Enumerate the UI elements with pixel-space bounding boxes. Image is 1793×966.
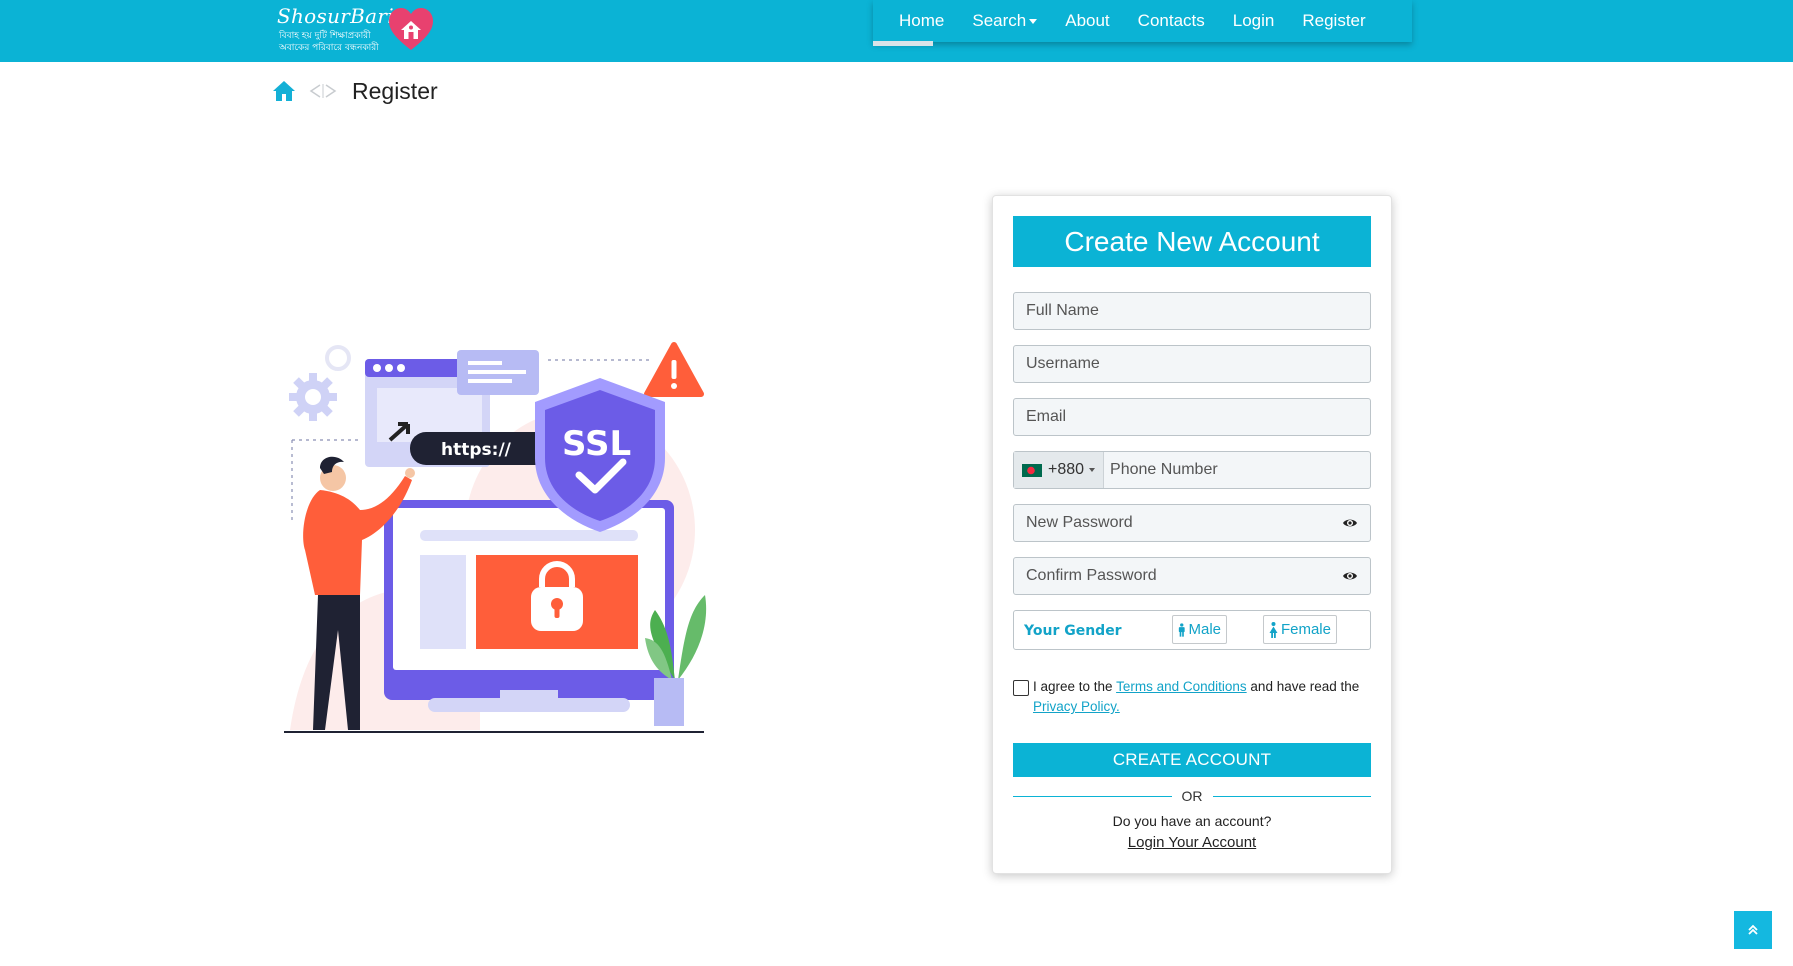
gender-male-label: Male [1188, 621, 1221, 638]
main-nav: Home Search About Contacts Login Registe… [873, 0, 1412, 46]
eye-icon[interactable] [1342, 516, 1358, 530]
or-divider: OR [1013, 788, 1371, 804]
logo-tagline-2: অবাকের পরিবারে বন্ধনকারী [279, 43, 379, 53]
terms-checkbox[interactable] [1013, 680, 1029, 696]
divider-line [1212, 795, 1371, 797]
nav-register[interactable]: Register [1288, 0, 1379, 42]
divider-line [1013, 795, 1172, 797]
scroll-to-top-button[interactable] [1734, 911, 1772, 949]
create-account-button[interactable]: CREATE ACCOUNT [1013, 743, 1371, 777]
agree-middle: and have read the [1250, 679, 1360, 694]
form-title: Create New Account [1013, 216, 1371, 267]
privacy-link[interactable]: Privacy Policy. [1033, 699, 1120, 714]
caret-down-icon [1089, 468, 1096, 472]
gear-icon [289, 373, 337, 421]
breadcrumb: Register [272, 76, 438, 106]
nav-contacts[interactable]: Contacts [1124, 0, 1219, 42]
gender-male-button[interactable]: Male [1172, 615, 1227, 644]
confirm-password-input[interactable] [1014, 558, 1370, 594]
phone-field[interactable]: +880 [1013, 451, 1371, 489]
nav-login[interactable]: Login [1219, 0, 1289, 42]
nav-about[interactable]: About [1051, 0, 1123, 42]
heart-house-logo-icon [389, 8, 433, 50]
register-card: Create New Account +880 [992, 195, 1392, 874]
country-code-value: +880 [1048, 461, 1085, 478]
nav-search-label: Search [972, 11, 1027, 30]
or-label: OR [1181, 788, 1203, 804]
username-field[interactable] [1013, 345, 1371, 383]
site-logo[interactable]: ShosurBari বিবাহ হয় দুটি শিক্ষাপ্রকারী … [277, 4, 437, 56]
security-illustration: https:// SSL [284, 342, 707, 733]
full-name-input[interactable] [1014, 293, 1370, 329]
gender-label: Your Gender [1024, 623, 1122, 639]
female-icon [1269, 621, 1278, 638]
double-chevron-up-icon [1748, 924, 1758, 935]
agree-prefix: I agree to the [1033, 679, 1113, 694]
email-field[interactable] [1013, 398, 1371, 436]
eye-icon[interactable] [1342, 569, 1358, 583]
bangladesh-flag-icon [1022, 463, 1042, 477]
new-password-input[interactable] [1014, 505, 1370, 541]
confirm-password-field[interactable] [1013, 557, 1371, 595]
caret-down-icon [1029, 18, 1038, 24]
email-input[interactable] [1014, 399, 1370, 435]
gender-female-button[interactable]: Female [1263, 615, 1337, 644]
full-name-field[interactable] [1013, 292, 1371, 330]
nav-home[interactable]: Home [873, 0, 958, 46]
breadcrumb-current: Register [352, 77, 438, 104]
gender-selector: Your Gender Male Female [1013, 610, 1371, 650]
terms-agreement: I agree to the Terms and Conditions and … [1013, 677, 1371, 717]
terms-link[interactable]: Terms and Conditions [1116, 679, 1247, 694]
angle-separator-icon [309, 84, 337, 98]
top-navbar: ShosurBari বিবাহ হয় দুটি শিক্ষাপ্রকারী … [0, 0, 1793, 62]
male-icon [1178, 622, 1185, 637]
ssl-badge-label: SSL [562, 424, 631, 464]
username-input[interactable] [1014, 346, 1370, 382]
have-account-text: Do you have an account? [1112, 813, 1272, 829]
gender-female-label: Female [1280, 621, 1331, 638]
nav-search[interactable]: Search [958, 0, 1051, 42]
phone-number-input[interactable] [1104, 452, 1370, 488]
country-code-select[interactable]: +880 [1014, 452, 1105, 488]
https-label: https:// [441, 440, 512, 460]
logo-title: ShosurBari [277, 4, 394, 28]
new-password-field[interactable] [1013, 504, 1371, 542]
home-icon[interactable] [272, 80, 296, 102]
login-account-link[interactable]: Login Your Account [1013, 834, 1371, 851]
